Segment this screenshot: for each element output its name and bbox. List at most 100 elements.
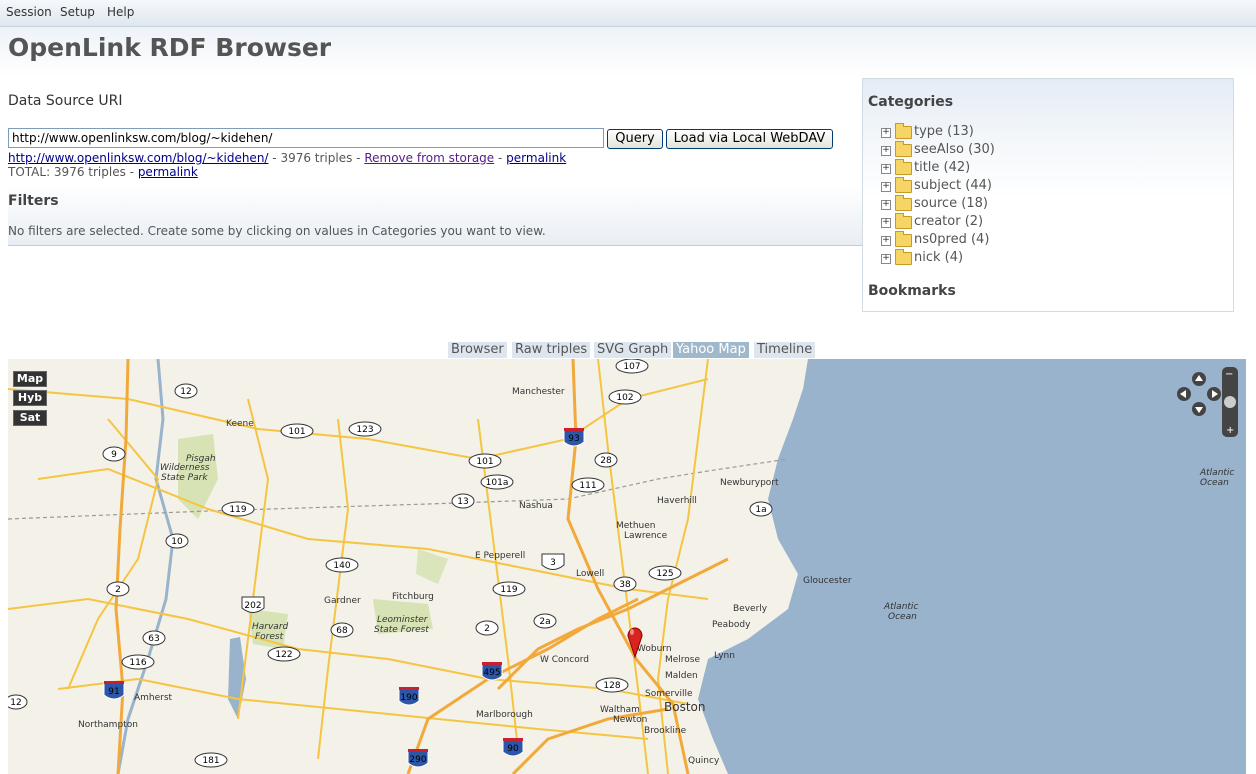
route-shield-label: 90: [507, 744, 519, 754]
tab-svg-graph[interactable]: SVG Graph: [594, 342, 672, 358]
ocean-label-2: Ocean: [888, 612, 917, 622]
route-shield-label: 123: [356, 425, 373, 435]
expand-plus-icon[interactable]: +: [881, 236, 891, 246]
uri-input[interactable]: [8, 128, 604, 148]
place-northampton: Northampton: [78, 720, 138, 730]
zoom-control[interactable]: − +: [1222, 367, 1238, 437]
category-label[interactable]: seeAlso (30): [914, 142, 995, 157]
tab-raw-triples[interactable]: Raw triples: [512, 342, 591, 358]
route-shield: 119: [221, 501, 255, 517]
place-waltham: Waltham: [600, 705, 640, 715]
route-shield-label: 93: [568, 434, 579, 444]
load-webdav-button[interactable]: Load via Local WebDAV: [666, 129, 833, 149]
category-label[interactable]: nick (4): [914, 250, 963, 265]
map-type-hybrid-button[interactable]: Hyb: [13, 390, 47, 406]
expand-plus-icon[interactable]: +: [881, 254, 891, 264]
expand-plus-icon[interactable]: +: [881, 182, 891, 192]
zoom-out-icon[interactable]: −: [1225, 369, 1233, 380]
query-button[interactable]: Query: [607, 129, 663, 149]
route-shield-label: 12: [10, 698, 21, 708]
map-type-map-button[interactable]: Map: [13, 371, 47, 387]
category-label[interactable]: subject (44): [914, 178, 992, 193]
place-w-concord: W Concord: [540, 655, 589, 665]
zoom-slider-handle[interactable]: [1224, 396, 1236, 408]
zoom-in-icon[interactable]: +: [1226, 425, 1234, 436]
route-shield-label: 101: [476, 457, 493, 467]
expand-plus-icon[interactable]: +: [881, 200, 891, 210]
source-link[interactable]: http://www.openlinksw.com/blog/~kidehen/: [8, 151, 268, 165]
place-haverhill: Haverhill: [657, 496, 697, 506]
total-line: TOTAL: 3976 triples - permalink: [8, 165, 198, 179]
place-e-pepperell: E Pepperell: [475, 551, 525, 561]
category-label[interactable]: ns0pred (4): [914, 232, 989, 247]
place-marlborough: Marlborough: [476, 710, 533, 720]
total-permalink-link[interactable]: permalink: [138, 165, 198, 179]
place-state-forest: State Forest: [374, 625, 429, 635]
tab-browser[interactable]: Browser: [448, 342, 507, 358]
expand-plus-icon[interactable]: +: [881, 218, 891, 228]
route-shield-label: 38: [619, 580, 631, 590]
route-shield: 90: [502, 738, 524, 757]
route-shield-label: 128: [603, 681, 620, 691]
bookmarks-heading: Bookmarks: [868, 283, 956, 299]
place-melrose: Melrose: [665, 655, 701, 665]
place-fitchburg: Fitchburg: [392, 592, 434, 602]
permalink-link[interactable]: permalink: [506, 151, 566, 165]
route-shield: 122: [267, 646, 301, 662]
route-shield: 1a: [749, 501, 773, 517]
route-shield: 101: [280, 423, 314, 439]
route-shield: 9: [102, 446, 126, 462]
tab-yahoo-map[interactable]: Yahoo Map: [673, 342, 749, 358]
expand-plus-icon[interactable]: +: [881, 128, 891, 138]
folder-icon: [895, 141, 912, 157]
route-shield-label: 101: [288, 427, 305, 437]
route-shield: 119: [492, 581, 526, 597]
expand-plus-icon[interactable]: +: [881, 164, 891, 174]
tab-timeline[interactable]: Timeline: [754, 342, 816, 358]
menu-session[interactable]: Session: [6, 5, 52, 19]
total-text: TOTAL: 3976 triples -: [8, 165, 134, 179]
map-canvas[interactable]: Atlantic Ocean Atlantic Ocean Manchester…: [8, 359, 1246, 774]
route-shield-label: 10: [171, 537, 183, 547]
folder-icon: [895, 213, 912, 229]
route-shield-label: 190: [400, 693, 417, 703]
route-shield: 2a: [533, 613, 557, 629]
remove-from-storage-link[interactable]: Remove from storage: [364, 151, 494, 165]
place-methuen: Methuen: [616, 521, 655, 531]
route-shield-label: 202: [244, 601, 261, 611]
folder-icon: [895, 177, 912, 193]
categories-heading: Categories: [868, 94, 954, 110]
route-shield-label: 9: [111, 450, 117, 460]
folder-icon: [895, 123, 912, 139]
route-shield: 68: [330, 622, 354, 638]
menu-help[interactable]: Help: [107, 5, 134, 19]
expand-plus-icon[interactable]: +: [881, 146, 891, 156]
category-label[interactable]: title (42): [914, 160, 970, 175]
page-title: OpenLink RDF Browser: [8, 33, 332, 62]
place-manchester: Manchester: [512, 387, 565, 397]
menu-setup[interactable]: Setup: [60, 5, 95, 19]
filters-heading: Filters: [8, 193, 59, 209]
map-type-satellite-button[interactable]: Sat: [13, 410, 47, 426]
place-wilderness: Wilderness: [160, 463, 210, 473]
category-label[interactable]: type (13): [914, 124, 974, 139]
category-label[interactable]: source (18): [914, 196, 988, 211]
category-label[interactable]: creator (2): [914, 214, 983, 229]
place-gloucester: Gloucester: [803, 576, 852, 586]
route-shield: 116: [121, 654, 155, 670]
route-shield-label: 91: [108, 687, 119, 697]
route-shield-label: 102: [616, 393, 633, 403]
atlantic-label-1: Atlantic: [1199, 468, 1234, 478]
route-shield: 10: [165, 533, 189, 549]
route-shield-label: 28: [600, 456, 612, 466]
route-shield: 495: [481, 662, 503, 681]
map-view[interactable]: Atlantic Ocean Atlantic Ocean Manchester…: [8, 359, 1246, 774]
route-shield: 181: [194, 752, 228, 768]
route-shield-label: 63: [148, 634, 159, 644]
place-boston: Boston: [664, 700, 705, 714]
route-shield: 102: [608, 389, 642, 405]
categories-panel: Categories + type (13) + seeAlso (30) + title…: [862, 78, 1234, 312]
route-shield: 111: [571, 477, 605, 493]
place-beverly: Beverly: [733, 604, 768, 614]
route-shield-label: 119: [500, 585, 517, 595]
